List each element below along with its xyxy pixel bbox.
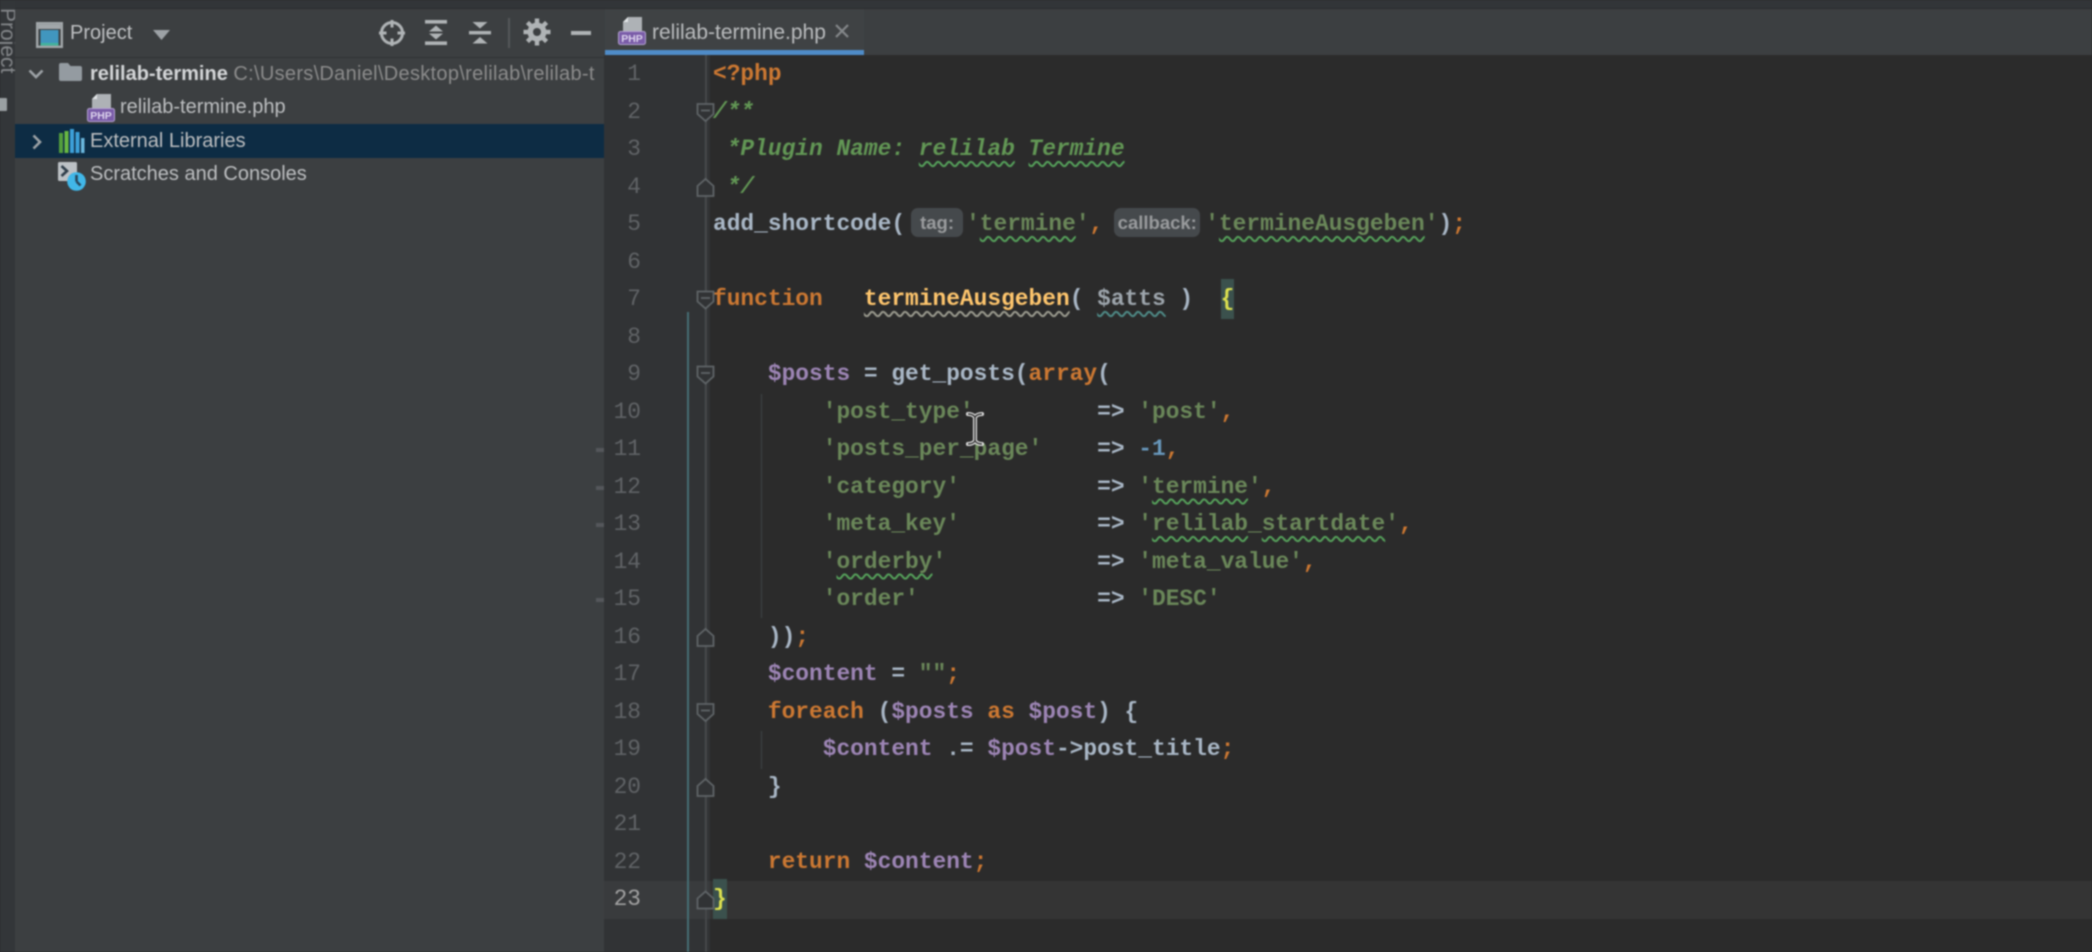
- svg-text:PHP: PHP: [90, 110, 112, 122]
- svg-text:PHP: PHP: [621, 33, 643, 45]
